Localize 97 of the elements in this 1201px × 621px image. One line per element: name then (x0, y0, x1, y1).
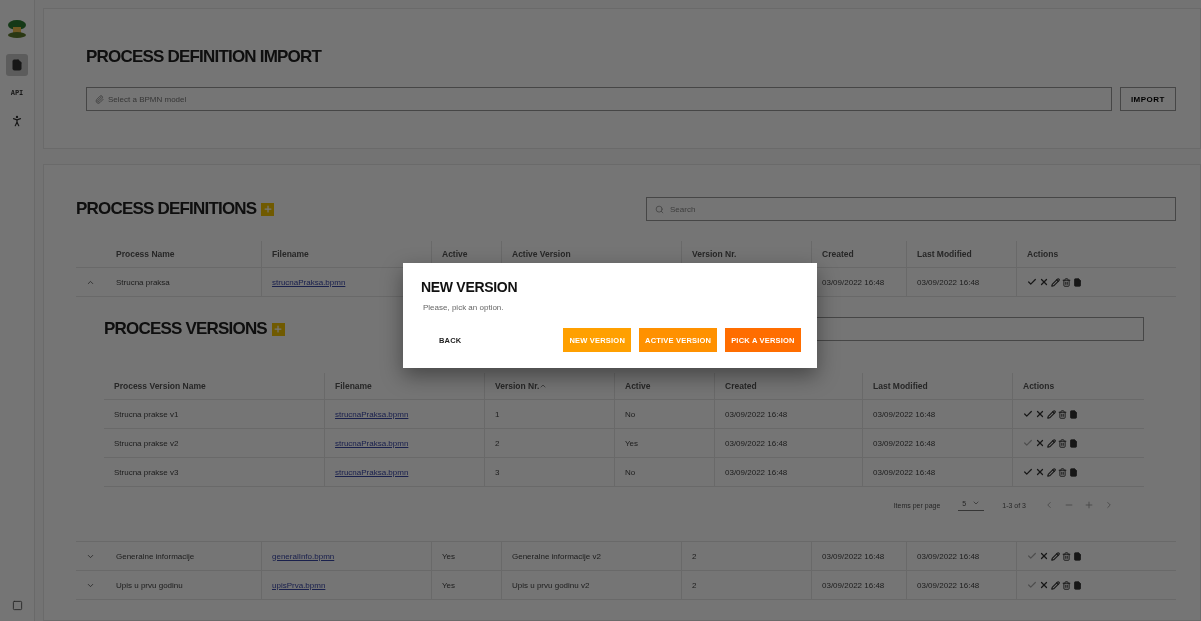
close-icon[interactable] (1039, 277, 1049, 287)
trash-icon[interactable] (1058, 409, 1067, 419)
pencil-icon[interactable] (1051, 580, 1060, 590)
column-header: Process Name (116, 249, 175, 259)
column-header: Filename (335, 381, 372, 391)
file-icon[interactable] (1069, 409, 1078, 419)
active-cell: No (625, 467, 636, 477)
version-name: Strucna prakse v2 (114, 438, 179, 448)
pencil-icon[interactable] (1047, 438, 1056, 448)
column-header: Active (625, 381, 651, 391)
column-header: Created (822, 249, 854, 259)
modified-date: 03/09/2022 16:48 (873, 467, 936, 477)
paperclip-icon (95, 94, 104, 104)
file-link[interactable]: strucnaPraksa.bpmn (335, 409, 409, 419)
column-header: Active (442, 249, 468, 259)
square-icon[interactable] (11, 600, 23, 611)
person-icon[interactable] (10, 114, 24, 128)
file-link[interactable]: strucnaPraksa.bpmn (335, 438, 409, 448)
check-icon[interactable] (1023, 467, 1033, 477)
created-date: 03/09/2022 16:48 (725, 409, 788, 419)
pencil-icon[interactable] (1051, 551, 1060, 561)
close-icon[interactable] (1035, 438, 1045, 448)
trash-icon[interactable] (1062, 580, 1071, 590)
modified-date: 03/09/2022 16:48 (917, 580, 980, 590)
trash-icon[interactable] (1058, 438, 1067, 448)
process-name: Generalne informacije (116, 551, 195, 561)
check-icon[interactable] (1027, 580, 1037, 590)
trash-icon[interactable] (1058, 467, 1067, 477)
versions-title: PROCESS VERSIONS (104, 319, 267, 339)
file-link[interactable]: generalInfo.bpmn (272, 551, 335, 561)
created-date: 03/09/2022 16:48 (822, 551, 885, 561)
trash-icon[interactable] (1062, 277, 1071, 287)
modified-date: 03/09/2022 16:48 (917, 551, 980, 561)
column-header: Version Nr. (692, 249, 737, 259)
import-title: PROCESS DEFINITION IMPORT (86, 47, 323, 67)
logo-icon (6, 18, 28, 40)
process-name: Upis u prvu godinu (116, 580, 183, 590)
version-number: 2 (495, 438, 500, 448)
column-header: Process Version Name (114, 381, 206, 391)
process-name: Strucna praksa (116, 277, 170, 287)
plus-icon (262, 204, 273, 214)
version-number: 1 (495, 409, 500, 419)
close-icon[interactable] (1039, 551, 1049, 561)
active-version: Generalne informacije v2 (512, 551, 601, 561)
file-icon[interactable] (1069, 438, 1078, 448)
modified-date: 03/09/2022 16:48 (917, 277, 980, 287)
column-header: Version Nr. (495, 381, 540, 391)
active-cell: Yes (442, 580, 456, 590)
version-name: Strucna prakse v1 (114, 409, 179, 419)
pencil-icon[interactable] (1047, 467, 1056, 477)
file-icon[interactable] (1073, 551, 1082, 561)
close-icon[interactable] (1039, 580, 1049, 590)
file-link[interactable]: strucnaPraksa.bpmn (335, 467, 409, 477)
check-icon[interactable] (1023, 438, 1033, 448)
version-number: 3 (495, 467, 500, 477)
created-date: 03/09/2022 16:48 (725, 438, 788, 448)
check-icon[interactable] (1027, 277, 1037, 287)
close-icon[interactable] (1035, 467, 1045, 477)
file-icon[interactable] (1069, 467, 1078, 477)
file-link[interactable]: strucnaPraksa.bpmn (272, 277, 346, 287)
version-number: 2 (692, 580, 697, 590)
active-cell: Yes (442, 551, 456, 561)
import-button[interactable]: IMPORT (1119, 87, 1176, 111)
created-date: 03/09/2022 16:48 (822, 580, 885, 590)
document-icon[interactable] (11, 59, 23, 71)
created-date: 03/09/2022 16:48 (725, 467, 788, 477)
file-icon[interactable] (1073, 580, 1082, 590)
version-number: 2 (692, 551, 697, 561)
close-icon[interactable] (1035, 409, 1045, 419)
check-icon[interactable] (1027, 551, 1037, 561)
plus-icon (273, 324, 284, 334)
caret-icon (972, 499, 981, 507)
column-header: Filename (272, 249, 309, 259)
version-name: Strucna prakse v3 (114, 467, 179, 477)
column-header: Actions (1023, 381, 1055, 391)
sort-icon[interactable] (539, 382, 548, 390)
column-header: Created (725, 381, 757, 391)
modified-date: 03/09/2022 16:48 (873, 438, 936, 448)
pencil-icon[interactable] (1051, 277, 1060, 287)
file-link[interactable]: upisPrva.bpmn (272, 580, 326, 590)
column-header: Last Modified (917, 249, 972, 259)
definitions-title: PROCESS DEFINITIONS (76, 199, 257, 219)
column-header: Active Version (512, 249, 571, 259)
column-header: Actions (1027, 249, 1059, 259)
dialog-message: Please, pick an option. (423, 303, 505, 312)
trash-icon[interactable] (1062, 551, 1071, 561)
active-cell: No (625, 409, 636, 419)
column-header: Last Modified (873, 381, 928, 391)
active-version: Upis u prvu godinu v2 (512, 580, 590, 590)
file-icon[interactable] (1073, 277, 1082, 287)
modified-date: 03/09/2022 16:48 (873, 409, 936, 419)
active-cell: Yes (625, 438, 639, 448)
pencil-icon[interactable] (1047, 409, 1056, 419)
search-icon (655, 204, 664, 214)
check-icon[interactable] (1023, 409, 1033, 419)
dialog-title: NEW VERSION (421, 279, 519, 295)
created-date: 03/09/2022 16:48 (822, 277, 885, 287)
